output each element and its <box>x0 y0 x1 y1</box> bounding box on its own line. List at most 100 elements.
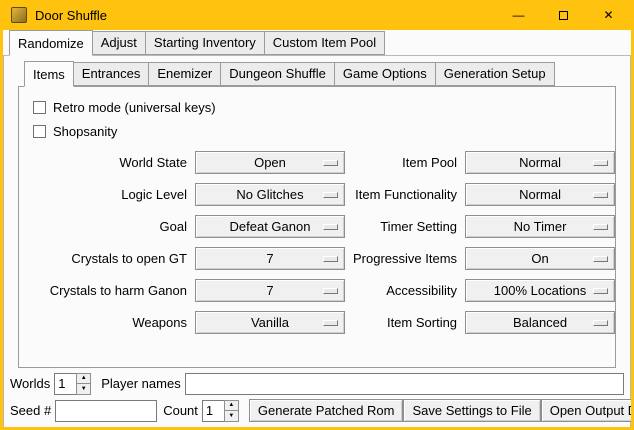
accessibility-dropdown[interactable]: 100% Locations <box>465 279 615 302</box>
timer-setting-dropdown[interactable]: No Timer <box>465 215 615 238</box>
crystals-open-gt-dropdown[interactable]: 7 <box>195 247 345 270</box>
shopsanity-label: Shopsanity <box>53 124 117 139</box>
spinner-down-icon[interactable]: ▼ <box>224 411 239 422</box>
dropdown-indicator-icon <box>593 192 608 198</box>
tab-items[interactable]: Items <box>24 61 74 87</box>
dropdown-indicator-icon <box>593 320 608 326</box>
inner-notebook: Items Entrances Enemizer Dungeon Shuffle… <box>18 61 616 368</box>
titlebar[interactable]: Door Shuffle — ✕ <box>3 0 631 30</box>
crystals-harm-ganon-dropdown[interactable]: 7 <box>195 279 345 302</box>
tab-dungeon-shuffle[interactable]: Dungeon Shuffle <box>220 62 335 86</box>
dropdown-indicator-icon <box>323 288 338 294</box>
window-title: Door Shuffle <box>35 8 107 23</box>
tab-enemizer[interactable]: Enemizer <box>148 62 221 86</box>
dropdown-indicator-icon <box>323 192 338 198</box>
generate-patched-rom-button[interactable]: Generate Patched Rom <box>249 399 404 422</box>
player-names-input[interactable] <box>185 373 624 395</box>
retro-mode-checkbox[interactable] <box>33 101 46 114</box>
seed-input[interactable] <box>55 400 157 422</box>
progressive-items-label: Progressive Items <box>353 251 457 266</box>
world-state-label: World State <box>29 155 187 170</box>
seed-label: Seed # <box>10 403 51 418</box>
tab-starting-inventory[interactable]: Starting Inventory <box>145 31 265 55</box>
item-pool-label: Item Pool <box>353 155 457 170</box>
open-output-directory-button[interactable]: Open Output Directory <box>541 399 631 422</box>
dropdown-value: Open <box>254 156 286 169</box>
dropdown-value: Normal <box>519 188 561 201</box>
dropdown-value: On <box>531 252 548 265</box>
item-sorting-dropdown[interactable]: Balanced <box>465 311 615 334</box>
outer-notebook: Randomize Adjust Starting Inventory Cust… <box>3 30 631 427</box>
spinner-up-icon[interactable]: ▲ <box>76 373 91 385</box>
dropdown-value: Vanilla <box>251 316 289 329</box>
world-state-dropdown[interactable]: Open <box>195 151 345 174</box>
logic-level-dropdown[interactable]: No Glitches <box>195 183 345 206</box>
minimize-icon: — <box>513 8 525 22</box>
worlds-spinner: ▲ ▼ <box>54 373 91 395</box>
worlds-spinner-buttons: ▲ ▼ <box>76 373 91 395</box>
dropdown-value: No Timer <box>514 220 567 233</box>
dropdown-value: Normal <box>519 156 561 169</box>
tab-entrances[interactable]: Entrances <box>73 62 150 86</box>
retro-mode-label: Retro mode (universal keys) <box>53 100 216 115</box>
retro-mode-row: Retro mode (universal keys) <box>29 95 605 119</box>
timer-setting-label: Timer Setting <box>353 219 457 234</box>
goal-label: Goal <box>29 219 187 234</box>
save-settings-button[interactable]: Save Settings to File <box>403 399 540 422</box>
dropdown-indicator-icon <box>593 256 608 262</box>
accessibility-label: Accessibility <box>353 283 457 298</box>
tab-custom-item-pool[interactable]: Custom Item Pool <box>264 31 385 55</box>
item-functionality-dropdown[interactable]: Normal <box>465 183 615 206</box>
tab-randomize[interactable]: Randomize <box>9 30 93 56</box>
shopsanity-row: Shopsanity <box>29 119 605 143</box>
maximize-icon <box>559 11 568 20</box>
dropdown-indicator-icon <box>593 160 608 166</box>
close-icon: ✕ <box>603 8 613 22</box>
bottom-bar: Worlds ▲ ▼ Player names Seed # <box>4 368 630 427</box>
tab-game-options[interactable]: Game Options <box>334 62 436 86</box>
options-grid: World State Open Item Pool Normal Logic … <box>29 151 605 334</box>
randomize-tab-panel: Items Entrances Enemizer Dungeon Shuffle… <box>3 55 631 427</box>
progressive-items-dropdown[interactable]: On <box>465 247 615 270</box>
dropdown-value: Defeat Ganon <box>230 220 311 233</box>
count-spinner-buttons: ▲ ▼ <box>224 400 239 422</box>
maximize-button[interactable] <box>541 0 586 30</box>
weapons-dropdown[interactable]: Vanilla <box>195 311 345 334</box>
player-names-label: Player names <box>101 376 180 391</box>
count-spinner: ▲ ▼ <box>202 400 239 422</box>
seed-row: Seed # Count ▲ ▼ Generate Patched Rom Sa… <box>10 399 624 422</box>
count-input[interactable] <box>202 400 224 422</box>
dropdown-value: 100% Locations <box>494 284 587 297</box>
dropdown-indicator-icon <box>323 320 338 326</box>
dropdown-indicator-icon <box>593 224 608 230</box>
worlds-input[interactable] <box>54 373 76 395</box>
crystals-open-gt-label: Crystals to open GT <box>29 251 187 266</box>
tab-generation-setup[interactable]: Generation Setup <box>435 62 555 86</box>
tab-adjust[interactable]: Adjust <box>92 31 146 55</box>
dropdown-value: No Glitches <box>236 188 303 201</box>
window-controls: — ✕ <box>496 0 631 30</box>
spinner-down-icon[interactable]: ▼ <box>76 384 91 395</box>
spinner-up-icon[interactable]: ▲ <box>224 400 239 412</box>
dropdown-indicator-icon <box>323 160 338 166</box>
items-tab-panel: Retro mode (universal keys) Shopsanity W… <box>18 86 616 368</box>
dropdown-value: Balanced <box>513 316 567 329</box>
dropdown-value: 7 <box>266 284 273 297</box>
dropdown-indicator-icon <box>323 224 338 230</box>
item-pool-dropdown[interactable]: Normal <box>465 151 615 174</box>
count-label: Count <box>163 403 198 418</box>
shopsanity-checkbox[interactable] <box>33 125 46 138</box>
inner-tab-bar: Items Entrances Enemizer Dungeon Shuffle… <box>18 61 616 86</box>
goal-dropdown[interactable]: Defeat Ganon <box>195 215 345 238</box>
worlds-label: Worlds <box>10 376 50 391</box>
item-sorting-label: Item Sorting <box>353 315 457 330</box>
window: Door Shuffle — ✕ Randomize Adjust Starti… <box>0 0 634 430</box>
crystals-harm-ganon-label: Crystals to harm Ganon <box>29 283 187 298</box>
dropdown-indicator-icon <box>593 288 608 294</box>
dropdown-value: 7 <box>266 252 273 265</box>
logic-level-label: Logic Level <box>29 187 187 202</box>
minimize-button[interactable]: — <box>496 0 541 30</box>
item-functionality-label: Item Functionality <box>353 187 457 202</box>
app-icon <box>11 7 27 23</box>
close-button[interactable]: ✕ <box>586 0 631 30</box>
